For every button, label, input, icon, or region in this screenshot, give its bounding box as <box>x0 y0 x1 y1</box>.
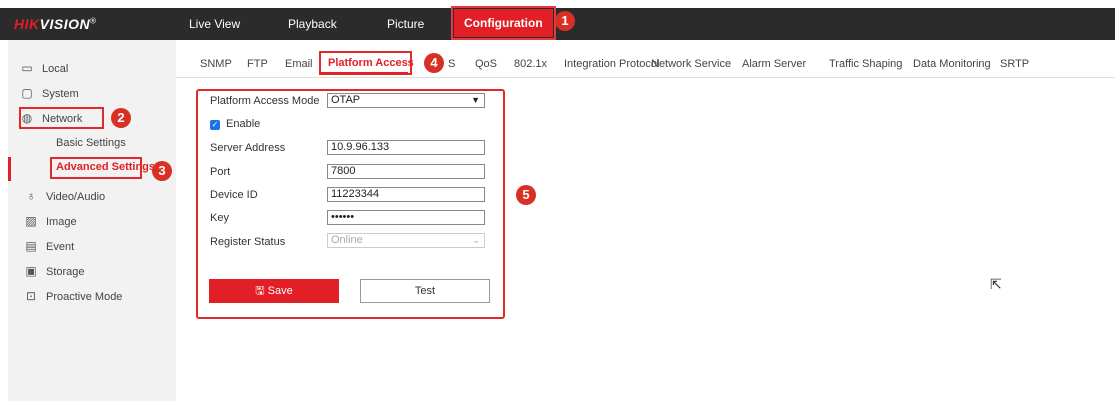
hikvision-logo: HIKVISION® <box>14 16 97 32</box>
logo-text-red: HIK <box>14 16 40 32</box>
active-tab-underline <box>320 72 408 74</box>
calendar-icon: ▤ <box>25 239 37 253</box>
sidebar-item-local[interactable]: ▭ Local <box>20 59 68 77</box>
enable-checkbox[interactable]: ✓ <box>210 120 220 130</box>
mode-label: Platform Access Mode <box>210 95 320 107</box>
enable-label: Enable <box>226 118 261 130</box>
save-disk-icon: 🖫 <box>255 285 265 297</box>
tab-integration-protocol[interactable]: Integration Protocol <box>564 58 659 70</box>
key-input[interactable]: •••••• <box>327 210 485 225</box>
callout-1: 1 <box>555 11 575 31</box>
monitor-icon: ▭ <box>21 61 33 75</box>
mouse-cursor-icon: ⇱ <box>990 276 1002 292</box>
port-label: Port <box>210 166 231 178</box>
test-button[interactable]: Test <box>360 279 490 303</box>
device-id-input[interactable]: 11223344 <box>327 187 485 202</box>
network-highlight <box>19 107 104 129</box>
sidebar-item-storage[interactable]: ▣ Storage <box>24 262 85 280</box>
port-input[interactable]: 7800 <box>327 164 485 179</box>
callout-4: 4 <box>424 53 444 73</box>
sidebar-item-label: Video/Audio <box>46 191 106 203</box>
tab-https[interactable]: S <box>448 58 455 70</box>
callout-2: 2 <box>111 108 131 128</box>
save-disk-icon: ▣ <box>25 264 37 278</box>
sidebar-item-image[interactable]: ▨ Image <box>24 212 77 230</box>
tab-qos[interactable]: QoS <box>475 58 497 70</box>
sidebar-item-label: Proactive Mode <box>46 291 123 303</box>
tab-srtp[interactable]: SRTP <box>1000 58 1029 70</box>
tab-network-service[interactable]: Network Service <box>651 58 731 70</box>
server-address-input[interactable]: 10.9.96.133 <box>327 140 485 155</box>
sidebar-item-video-audio[interactable]: ♁ Video/Audio <box>24 187 106 205</box>
sidebar-item-label: Event <box>46 241 75 253</box>
save-button-label: Save <box>267 285 293 297</box>
chevron-down-icon: ▼ <box>471 95 480 105</box>
chevron-down-icon: ⌄ <box>472 235 480 245</box>
image-icon: ▨ <box>25 214 37 228</box>
nav-live-view[interactable]: Live View <box>189 8 240 40</box>
platform-access-mode-select[interactable]: OTAP ▼ <box>327 93 485 108</box>
proactive-mode-icon: ⊡ <box>25 289 37 303</box>
nav-picture[interactable]: Picture <box>387 8 424 40</box>
sidebar-item-label: Local <box>42 63 69 75</box>
tab-snmp[interactable]: SNMP <box>200 58 232 70</box>
key-label: Key <box>210 212 229 224</box>
tab-alarm-server[interactable]: Alarm Server <box>742 58 806 70</box>
active-item-marker <box>8 157 11 181</box>
callout-5: 5 <box>516 185 536 205</box>
save-button[interactable]: 🖫 Save <box>209 279 339 303</box>
microphone-icon: ♁ <box>26 189 36 203</box>
app-root: HIKVISION® Live View Playback Picture Co… <box>0 0 1115 401</box>
sidebar-item-label: Storage <box>46 266 85 278</box>
logo-text-white: VISION <box>39 16 91 32</box>
advanced-settings-highlight <box>50 157 142 179</box>
device-id-label: Device ID <box>210 189 258 201</box>
callout-3: 3 <box>152 161 172 181</box>
nav-playback[interactable]: Playback <box>288 8 337 40</box>
sidebar-item-proactive-mode[interactable]: ⊡ Proactive Mode <box>24 287 122 305</box>
system-window-icon: ▢ <box>21 86 33 100</box>
logo-registered: ® <box>90 16 97 26</box>
sidebar-item-label: Image <box>46 216 77 228</box>
mode-select-value: OTAP <box>331 94 361 106</box>
sidebar-item-event[interactable]: ▤ Event <box>24 237 74 255</box>
tab-ftp[interactable]: FTP <box>247 58 268 70</box>
nav-configuration[interactable]: Configuration <box>451 6 556 40</box>
sidebar-item-label: System <box>42 88 79 100</box>
register-status-label: Register Status <box>210 236 286 248</box>
register-status-value: Online <box>331 234 363 246</box>
sidebar-item-system[interactable]: ▢ System <box>20 84 79 102</box>
tab-traffic-shaping[interactable]: Traffic Shaping <box>829 58 902 70</box>
tab-email[interactable]: Email <box>285 58 313 70</box>
register-status-select: Online ⌄ <box>327 233 485 248</box>
server-address-label: Server Address <box>210 142 286 154</box>
tab-8021x[interactable]: 802.1x <box>514 58 547 70</box>
tab-data-monitoring[interactable]: Data Monitoring <box>913 58 991 70</box>
sub-tab-bar: SNMP FTP Email Platform Access S QoS 802… <box>176 40 1115 78</box>
sidebar-item-basic-settings[interactable]: Basic Settings <box>56 137 126 149</box>
